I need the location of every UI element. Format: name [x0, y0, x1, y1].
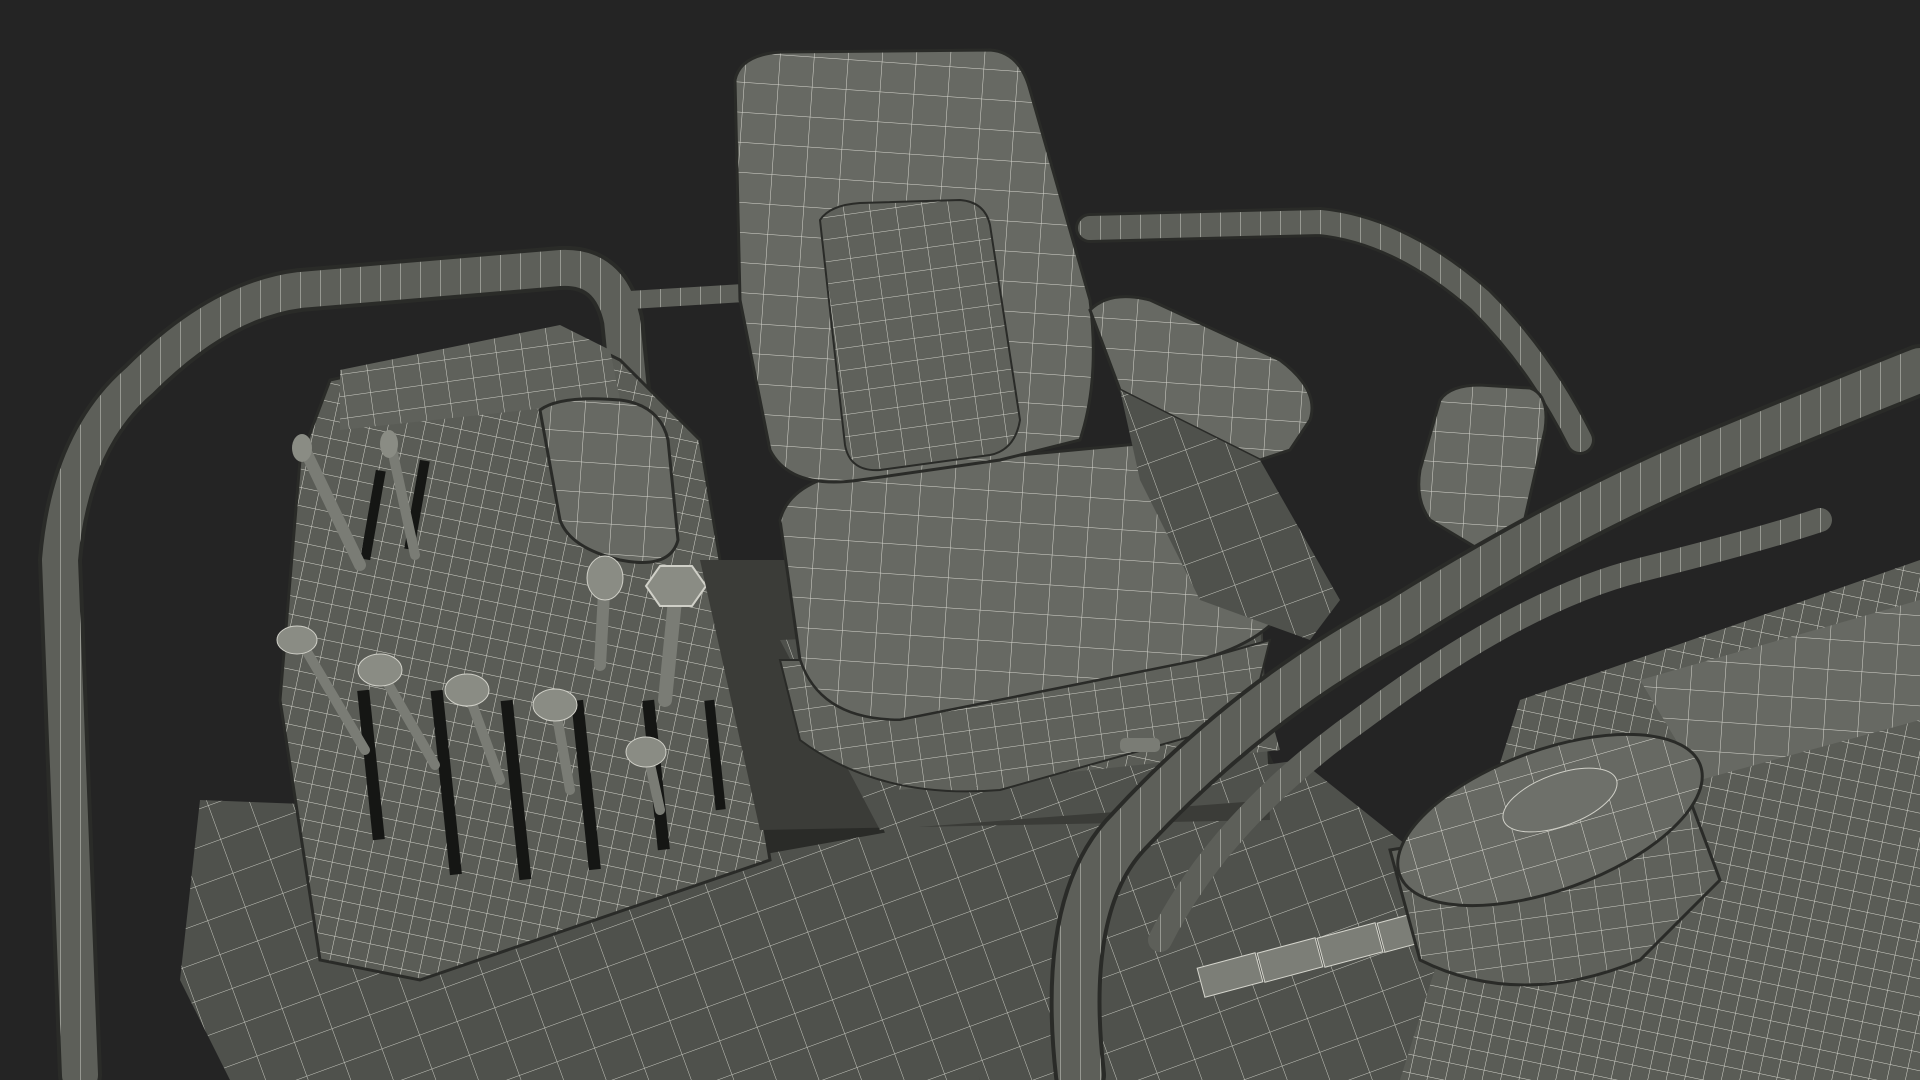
wireframe-render — [0, 0, 1920, 1080]
cab-scene — [0, 0, 1920, 1080]
seat-adjust-lever — [1120, 738, 1160, 752]
